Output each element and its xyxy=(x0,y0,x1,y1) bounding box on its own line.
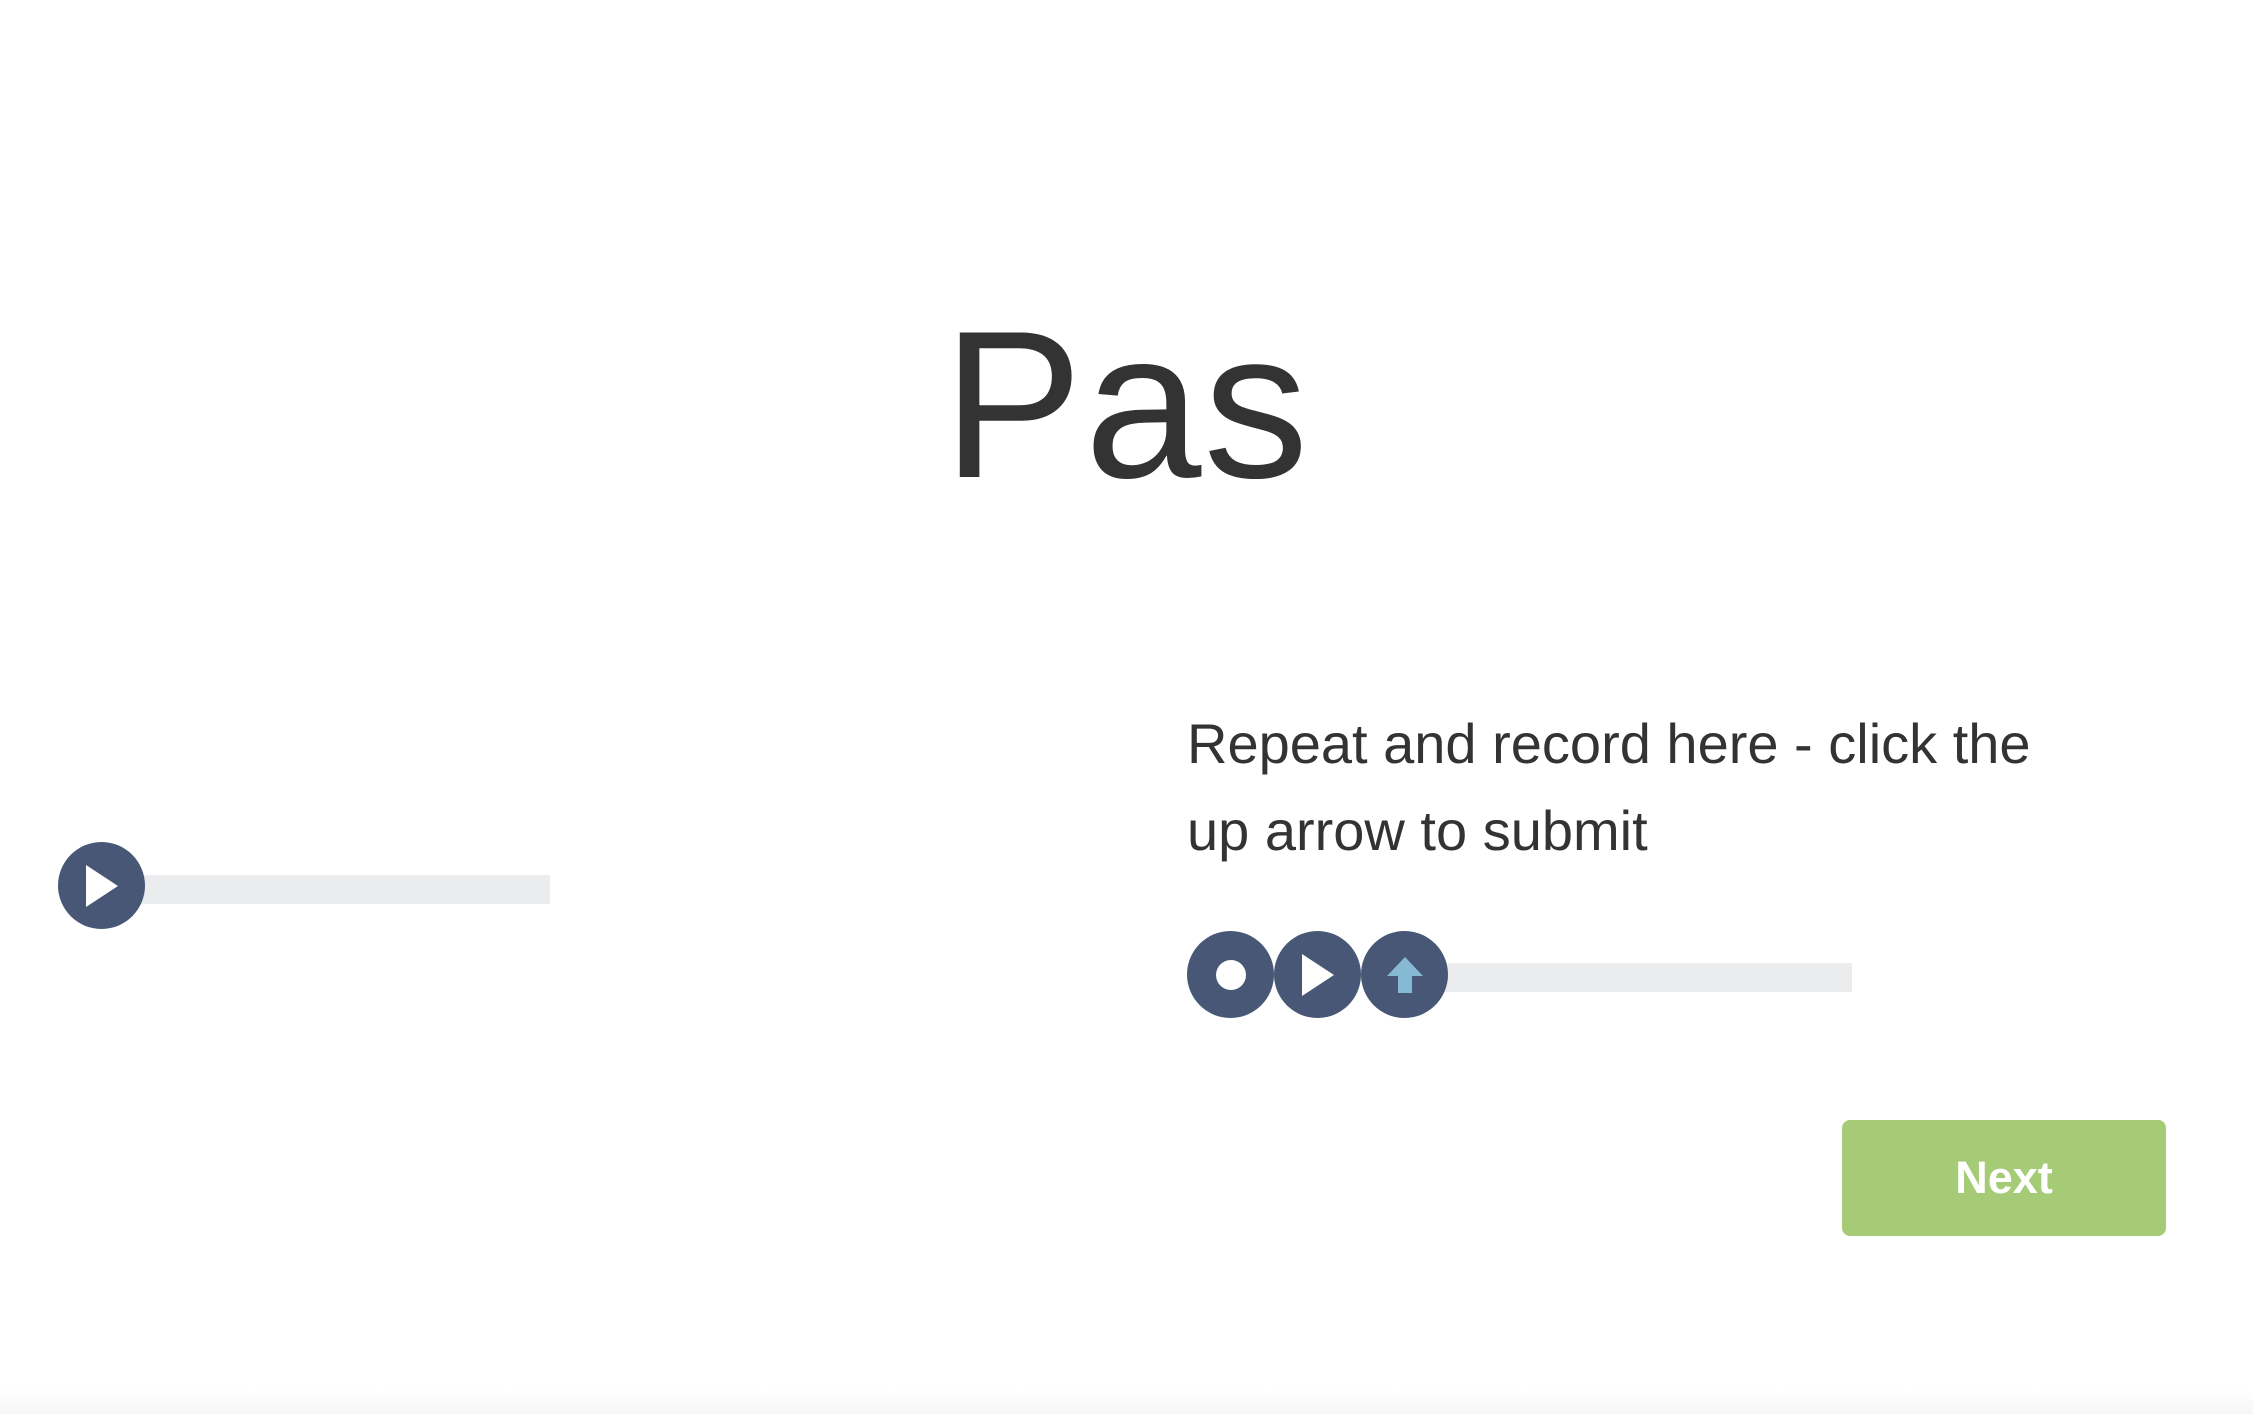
recording-progress-track[interactable] xyxy=(1410,963,1852,992)
next-button[interactable]: Next xyxy=(1842,1120,2166,1236)
play-icon xyxy=(1301,953,1334,996)
record-icon xyxy=(1215,959,1246,990)
record-button[interactable] xyxy=(1187,931,1274,1018)
playback-recording-button[interactable] xyxy=(1274,931,1361,1018)
submit-recording-button[interactable] xyxy=(1361,931,1448,1018)
target-word: Pas xyxy=(942,287,1311,522)
record-instruction: Repeat and record here - click the up ar… xyxy=(1187,712,2031,862)
play-icon xyxy=(85,864,118,907)
up-arrow-icon xyxy=(1386,956,1423,993)
bottom-edge-shade xyxy=(0,1390,2253,1414)
source-play-button[interactable] xyxy=(58,842,145,929)
source-audio-progress-track[interactable] xyxy=(140,875,550,904)
